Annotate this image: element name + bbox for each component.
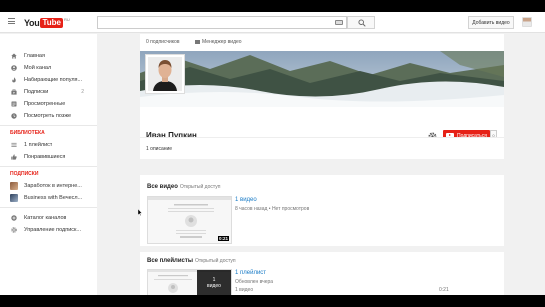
channel-page: 0 подписчиков Менеджер видео Иван Пупкин…: [140, 34, 504, 295]
sidebar-item-history[interactable]: Просмотренные: [0, 99, 97, 109]
all-playlists-title[interactable]: Все плейлисты: [147, 258, 193, 264]
user-avatar[interactable]: [522, 17, 532, 27]
search-input[interactable]: [97, 16, 347, 29]
mouse-cursor-icon: [138, 209, 142, 216]
video-manager-link[interactable]: Менеджер видео: [202, 39, 242, 45]
logo-tube: Tube: [40, 17, 63, 28]
sidebar-item-subscription[interactable]: Заработок в интерне...: [0, 181, 97, 191]
video-thumbnail[interactable]: 0:21: [147, 196, 232, 244]
youtube-logo[interactable]: You Tube RU: [24, 17, 70, 28]
video-manager-icon: [195, 40, 200, 44]
search-button[interactable]: [347, 16, 375, 29]
video-title[interactable]: 1 видео: [235, 197, 257, 203]
search-icon: [358, 19, 366, 27]
sidebar-item-trending[interactable]: Набирающие популя...: [0, 75, 97, 85]
channel-top-nav: 0 подписчиков Менеджер видео: [140, 34, 504, 51]
section-title[interactable]: Все плейлисты Открытый доступ: [147, 258, 236, 264]
sidebar-item-browse-channels[interactable]: Каталог каналов: [0, 213, 97, 223]
sidebar-item-label: Мой канал: [24, 65, 52, 71]
sidebar-item-home[interactable]: Главная: [0, 51, 97, 61]
channel-avatar[interactable]: [145, 54, 185, 94]
playlist-icon: [11, 142, 17, 148]
channel-thumbnail: [10, 194, 18, 202]
playlist-title[interactable]: 1 плейлист: [235, 270, 266, 276]
add-circle-icon: [11, 215, 17, 221]
channel-banner: [140, 51, 504, 107]
library-heading: БИБЛИОТЕКА: [10, 130, 45, 136]
all-videos-title[interactable]: Все видео: [147, 184, 178, 190]
video-meta: 8 часов назад • Нет просмотров: [235, 206, 310, 212]
thumbs-up-icon: [11, 154, 17, 160]
sidebar: Главная Мой канал Набирающие популя... П…: [0, 34, 97, 295]
home-icon: [11, 53, 17, 59]
fire-icon: [11, 77, 17, 83]
history-icon: [11, 101, 17, 107]
video-duration: 0:21: [217, 236, 229, 241]
sidebar-item-label: Набирающие популя...: [24, 77, 83, 83]
playlist-count-overlay: 1 видео: [197, 270, 231, 295]
upload-button[interactable]: Добавить видео: [468, 16, 514, 29]
subscriptions-count: 2: [81, 89, 84, 95]
sidebar-item-label: Каталог каналов: [24, 215, 67, 221]
playlist-thumbnail[interactable]: 1 видео: [147, 269, 232, 295]
masthead: You Tube RU Добавить видео: [0, 12, 545, 33]
sidebar-item-playlist[interactable]: 1 плейлист: [0, 140, 97, 150]
sidebar-item-label: Понравившиеся: [24, 154, 66, 160]
clock-icon: [11, 113, 17, 119]
access-label: Открытый доступ: [194, 258, 236, 264]
playlist-overlay-label: видео: [207, 283, 221, 289]
keyboard-icon[interactable]: [335, 20, 343, 25]
sidebar-divider: [0, 125, 97, 126]
sidebar-item-liked[interactable]: Понравившиеся: [0, 152, 97, 162]
logo-you: You: [24, 17, 40, 28]
sidebar-item-manage-subscriptions[interactable]: Управление подписк...: [0, 225, 97, 235]
subscribers-count[interactable]: 0 подписчиков: [146, 39, 180, 45]
channel-description-row: 1 описание: [140, 137, 504, 159]
logo-region: RU: [63, 17, 70, 22]
banner-landscape: [140, 51, 504, 107]
sidebar-item-label: Главная: [24, 53, 45, 59]
all-playlists-section: Все плейлисты Открытый доступ 1 видео 1 п…: [140, 252, 504, 295]
menu-icon[interactable]: [8, 18, 15, 24]
section-title[interactable]: Все видео Открытый доступ: [147, 184, 220, 190]
sidebar-item-subscription[interactable]: Business with Вечесл...: [0, 193, 97, 203]
sidebar-item-label: Заработок в интерне...: [24, 183, 82, 189]
user-icon: [11, 65, 17, 71]
subscriptions-icon: [11, 89, 17, 95]
playlist-updated: Обновлен вчера: [235, 279, 274, 285]
sidebar-item-label: Подписки: [24, 89, 49, 95]
channel-thumbnail: [10, 182, 18, 190]
sidebar-item-label: 1 плейлист: [24, 142, 53, 148]
playlist-video-row[interactable]: 1 видео: [235, 287, 253, 293]
person-photo: [148, 57, 182, 91]
sidebar-item-label: Business with Вечесл...: [24, 195, 83, 201]
sidebar-item-label: Управление подписк...: [24, 227, 82, 233]
gear-icon: [11, 227, 17, 233]
subscriptions-heading: ПОДПИСКИ: [10, 171, 39, 177]
sidebar-divider: [0, 166, 97, 167]
all-videos-section: Все видео Открытый доступ 0:21 1 видео 8…: [140, 175, 504, 246]
sidebar-item-my-channel[interactable]: Мой канал: [0, 63, 97, 73]
access-label: Открытый доступ: [179, 184, 221, 190]
sidebar-item-label: Посмотреть позже: [24, 113, 72, 119]
playlist-video-duration: 0:21: [439, 287, 449, 293]
sidebar-item-watch-later[interactable]: Посмотреть позже: [0, 111, 97, 121]
sidebar-item-label: Просмотренные: [24, 101, 66, 107]
description-link[interactable]: 1 описание: [146, 146, 172, 152]
sidebar-divider: [0, 207, 97, 208]
youtube-window: You Tube RU Добавить видео Главная Мой к…: [0, 12, 545, 295]
sidebar-item-subscriptions[interactable]: Подписки 2: [0, 87, 97, 97]
